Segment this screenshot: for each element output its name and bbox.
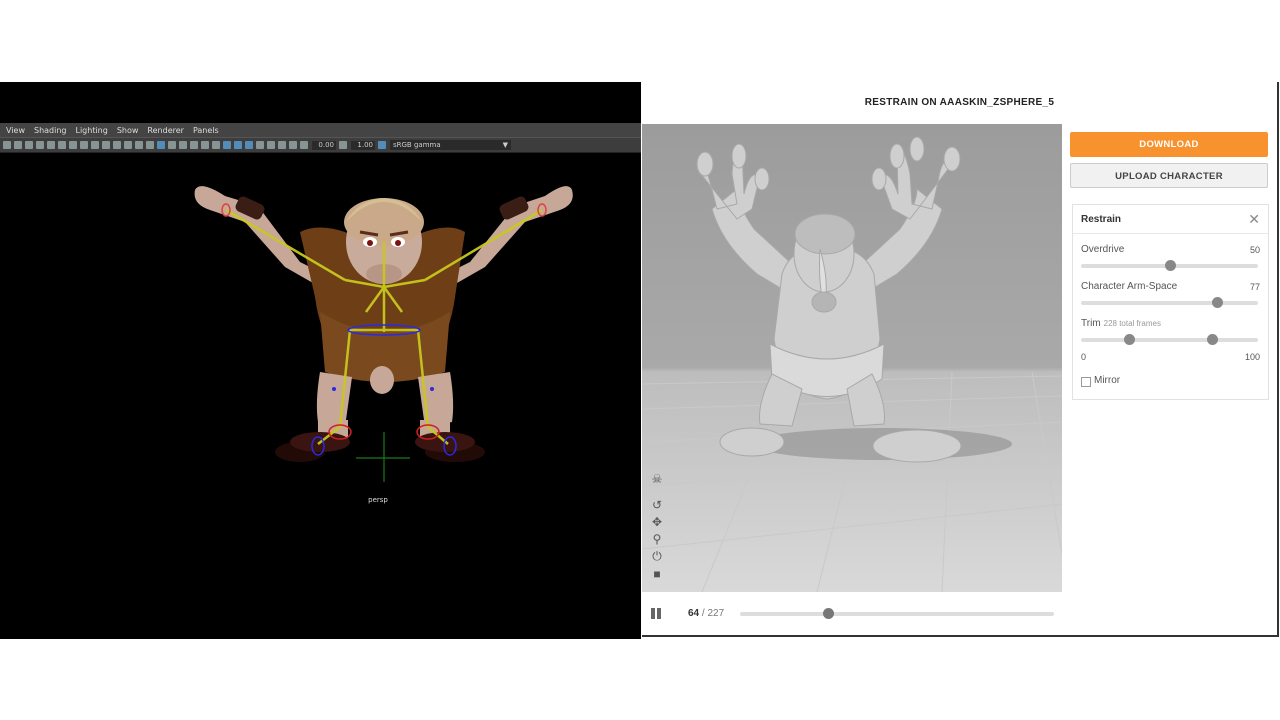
overdrive-label: Overdrive [1081,244,1125,255]
multisample-aa-icon[interactable] [245,141,253,149]
mirror-checkbox[interactable] [1081,377,1091,387]
color-management-icon[interactable] [378,141,386,149]
maya-viewport[interactable]: View Shading Lighting Show Renderer Pane… [0,82,641,639]
screen-space-ao-icon[interactable] [223,141,231,149]
default-material-icon[interactable] [168,141,176,149]
pause-icon [651,608,655,619]
close-icon[interactable]: ✕ [1248,211,1260,228]
menu-renderer[interactable]: Renderer [147,126,184,135]
camera-name-label: persp [368,496,388,504]
view-transform-value: sRGB gamma [393,141,441,149]
pan-icon[interactable]: ✥ [650,515,664,529]
upload-character-button[interactable]: UPLOAD CHARACTER [1070,163,1268,188]
trim-label-text: Trim [1081,318,1101,329]
3d-preview-viewport[interactable]: ☠ ↺ ✥ ⚲ ⏻ ■ [642,124,1062,592]
menu-lighting[interactable]: Lighting [75,126,107,135]
resolution-gate-icon[interactable] [91,141,99,149]
camera-icon[interactable]: ■ [650,567,664,581]
reset-view-icon[interactable]: ↺ [650,498,664,512]
camera-attributes-icon[interactable] [14,141,22,149]
overdrive-value: 50 [1249,245,1260,255]
grease-pencil-icon[interactable] [58,141,66,149]
arm-space-label: Character Arm-Space [1081,281,1178,292]
current-frame: 64 [688,608,700,619]
trim-end-handle[interactable] [1206,334,1218,345]
preview-scene[interactable] [642,124,1062,592]
power-icon[interactable]: ⏻ [650,549,664,563]
gamma-icon[interactable] [339,141,347,149]
arm-space-slider-handle[interactable] [1212,297,1224,308]
menu-show[interactable]: Show [117,126,139,135]
image-plane-icon[interactable] [36,141,44,149]
action-buttons: DOWNLOAD UPLOAD CHARACTER [1070,132,1268,188]
safe-action-icon[interactable] [124,141,132,149]
select-camera-icon[interactable] [3,141,11,149]
motion-blur-icon[interactable] [234,141,242,149]
maya-scene-render[interactable] [0,82,641,639]
arm-space-slider[interactable] [1081,297,1258,308]
grid-origin-cross [356,432,410,482]
two-d-pan-icon[interactable] [47,141,55,149]
download-button[interactable]: DOWNLOAD [1070,132,1268,157]
xray-joints-icon[interactable] [278,141,286,149]
wireframe-icon[interactable] [146,141,154,149]
timeline-slider[interactable] [740,608,1054,619]
overdrive-slider[interactable] [1081,260,1258,271]
use-default-light-icon[interactable] [201,141,209,149]
card-title: Restrain [1081,214,1122,225]
xray-active-icon[interactable] [289,141,297,149]
timeline-handle[interactable] [822,608,834,619]
trim-max-label: 100 [1244,352,1260,362]
trim-label: Trim 228 total frames [1081,318,1161,329]
field-chart-icon[interactable] [113,141,121,149]
pause-icon-bar [657,608,661,619]
safe-title-icon[interactable] [135,141,143,149]
depth-of-field-icon[interactable] [256,141,264,149]
trim-range-slider[interactable] [1081,334,1258,345]
maya-panel-menubar: View Shading Lighting Show Renderer Pane… [0,123,641,137]
frame-counter: 64 / 227 [688,608,724,619]
page-title: RESTRAIN ON AAASKIN_ZSPHERE_5 [864,97,1055,108]
grid-icon[interactable] [69,141,77,149]
overdrive-slider-handle[interactable] [1164,260,1176,271]
trim-frames-note: 228 total frames [1103,319,1161,328]
web-app-panel: RESTRAIN ON AAASKIN_ZSPHERE_5 ☠ ↺ ✥ ⚲ ⏻ … [642,82,1279,637]
shadows-icon[interactable] [212,141,220,149]
mirror-label: Mirror [1094,375,1121,386]
skull-icon[interactable]: ☠ [650,472,664,486]
gamma-field[interactable]: 1.00 [351,140,375,150]
menu-panels[interactable]: Panels [193,126,219,135]
pause-button[interactable] [650,607,663,620]
wireframe-on-shaded-icon[interactable] [179,141,187,149]
zoom-icon[interactable]: ⚲ [650,532,664,546]
maya-panel-toolbar: 0.00 1.00 sRGB gamma ▼ [0,137,641,153]
menu-shading[interactable]: Shading [34,126,67,135]
chevron-down-icon: ▼ [502,141,508,149]
card-header: Restrain ✕ [1073,205,1268,234]
total-frames: 227 [707,608,725,619]
playback-bar: 64 / 227 [642,592,1062,635]
trim-start-handle[interactable] [1123,334,1135,345]
trim-min-label: 0 [1081,352,1087,362]
exposure-icon[interactable] [300,141,308,149]
bookmark-icon[interactable] [25,141,33,149]
isolate-select-icon[interactable] [267,141,275,149]
xray-icon[interactable] [190,141,198,149]
smooth-shade-icon[interactable] [157,141,165,149]
restrain-settings-card: Restrain ✕ Overdrive 50 Character Arm-Sp… [1072,204,1269,400]
gate-mask-icon[interactable] [102,141,110,149]
view-transform-select[interactable]: sRGB gamma ▼ [390,140,511,150]
arm-space-value: 77 [1249,282,1260,292]
menu-view[interactable]: View [6,126,25,135]
film-gate-icon[interactable] [80,141,88,149]
exposure-field[interactable]: 0.00 [312,140,336,150]
